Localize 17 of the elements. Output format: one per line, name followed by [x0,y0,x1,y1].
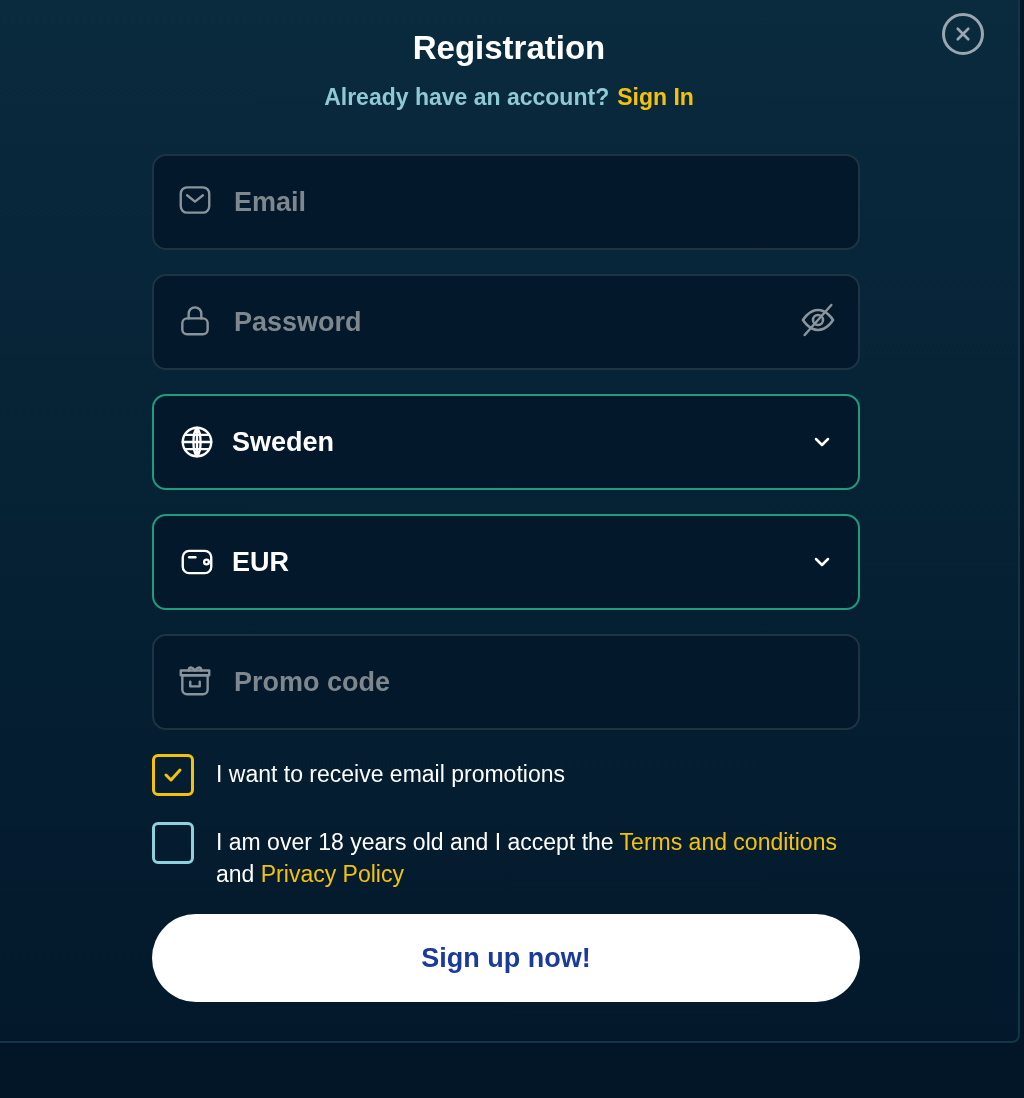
input-field[interactable]: Email [152,154,860,250]
sign-up-button[interactable]: Sign up now! [152,914,860,1002]
consent-text: I am over 18 years old and I accept the Terms and conditions and Privacy Policy [216,828,838,889]
close-button[interactable] [942,13,984,55]
consent-link[interactable]: Privacy Policy [260,861,404,887]
consent-text: I want to receive email promotions [216,760,565,789]
subtitle-text: Already have an account? [324,83,610,112]
checkbox[interactable] [152,754,194,796]
input-field[interactable]: Promo code [152,634,860,730]
dialog-title: Registration [412,28,606,68]
select-field[interactable]: EUR [152,514,860,610]
select-field[interactable]: Sweden [152,394,860,490]
checkbox[interactable] [152,822,194,864]
close-icon [954,25,972,43]
input-field[interactable]: Password [152,274,860,370]
consent-link[interactable]: Terms and conditions [619,829,837,855]
sign-in-link[interactable]: Sign In [617,82,694,112]
